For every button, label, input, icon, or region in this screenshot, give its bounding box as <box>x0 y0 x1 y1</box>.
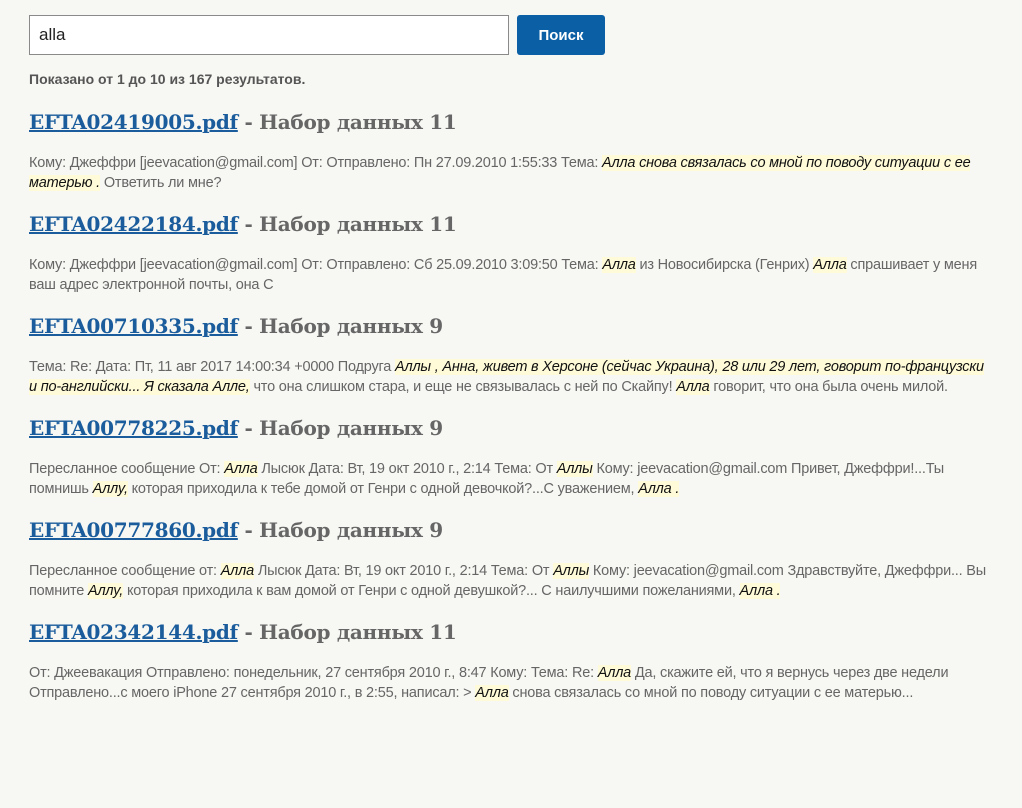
highlighted-match: Алла <box>676 379 710 395</box>
result-file-link[interactable]: EFTA00778225.pdf <box>29 416 238 440</box>
result-snippet: Кому: Джеффри [jeevacation@gmail.com] От… <box>29 255 989 295</box>
search-result: EFTA00777860.pdf - Набор данных 9 Пересла… <box>29 513 989 601</box>
result-file-link[interactable]: EFTA00710335.pdf <box>29 314 238 338</box>
search-button[interactable]: Поиск <box>517 15 605 55</box>
snippet-text: что она слишком стара, и еще не связывал… <box>249 379 677 395</box>
result-title: EFTA02342144.pdf - Набор данных 11 <box>29 615 989 649</box>
search-page: Поиск Показано от 1 до 10 из 167 результ… <box>29 15 989 703</box>
result-snippet: Пересланное сообщение От: Алла Лысюк Дат… <box>29 459 989 499</box>
result-file-link[interactable]: EFTA02419005.pdf <box>29 110 238 134</box>
highlighted-match: Алла <box>220 563 254 579</box>
result-title: EFTA00778225.pdf - Набор данных 9 <box>29 411 989 445</box>
search-bar: Поиск <box>29 15 989 55</box>
highlighted-match: Аллу, <box>87 583 124 599</box>
result-title: EFTA00777860.pdf - Набор данных 9 <box>29 513 989 547</box>
result-dataset: - Набор данных 9 <box>237 416 443 440</box>
snippet-text: Пересланное сообщение От: <box>29 461 225 477</box>
result-file-link[interactable]: EFTA02342144.pdf <box>29 620 238 644</box>
search-result: EFTA00778225.pdf - Набор данных 9 Пересла… <box>29 411 989 499</box>
search-result: EFTA02422184.pdf - Набор данных 11 Кому: … <box>29 207 989 295</box>
snippet-text: Кому: Джеффри [jeevacation@gmail.com] От… <box>29 257 603 273</box>
highlighted-match: Алла <box>475 685 509 701</box>
search-result: EFTA00710335.pdf - Набор данных 9 Тема: R… <box>29 309 989 397</box>
search-input[interactable] <box>29 15 509 55</box>
highlighted-match: Алла . <box>638 481 680 497</box>
snippet-text: От: Джеевакация Отправлено: понедельник,… <box>29 665 598 681</box>
search-result: EFTA02342144.pdf - Набор данных 11 От: Дж… <box>29 615 989 703</box>
snippet-text: Ответить ли мне? <box>100 175 222 191</box>
snippet-text: которая приходила к вам домой от Генри с… <box>123 583 740 599</box>
search-result: EFTA02419005.pdf - Набор данных 11 Кому: … <box>29 105 989 193</box>
snippet-text: говорит, что она была очень милой. <box>709 379 948 395</box>
highlighted-match: Алла . <box>739 583 781 599</box>
result-snippet: От: Джеевакация Отправлено: понедельник,… <box>29 663 989 703</box>
snippet-text: из Новосибирска (Генрих) <box>635 257 814 273</box>
result-snippet: Кому: Джеффри [jeevacation@gmail.com] От… <box>29 153 989 193</box>
snippet-text: Лысюк Дата: Вт, 19 окт 2010 г., 2:14 Тем… <box>257 461 557 477</box>
results-summary: Показано от 1 до 10 из 167 результатов. <box>29 71 306 87</box>
results-list: EFTA02419005.pdf - Набор данных 11 Кому: … <box>29 105 989 703</box>
result-snippet: Пересланное сообщение от: Алла Лысюк Дат… <box>29 561 989 601</box>
highlighted-match: Алла <box>602 257 636 273</box>
result-dataset: - Набор данных 9 <box>237 314 443 338</box>
snippet-text: Кому: Джеффри [jeevacation@gmail.com] От… <box>29 155 602 171</box>
result-file-link[interactable]: EFTA02422184.pdf <box>29 212 238 236</box>
result-file-link[interactable]: EFTA00777860.pdf <box>29 518 238 542</box>
snippet-text: Тема: Re: Дата: Пт, 11 авг 2017 14:00:34… <box>29 359 395 375</box>
result-title: EFTA02419005.pdf - Набор данных 11 <box>29 105 989 139</box>
snippet-text: Лысюк Дата: Вт, 19 окт 2010 г., 2:14 Тем… <box>253 563 554 579</box>
highlighted-match: Аллу, <box>92 481 128 497</box>
highlighted-match: Аллы <box>556 461 593 477</box>
result-dataset: - Набор данных 11 <box>237 620 457 644</box>
result-dataset: - Набор данных 9 <box>237 518 443 542</box>
snippet-text: которая приходила к тебе домой от Генри … <box>127 481 639 497</box>
highlighted-match: Алла <box>813 257 847 273</box>
result-dataset: - Набор данных 11 <box>237 110 457 134</box>
highlighted-match: Алла <box>597 665 632 681</box>
result-title: EFTA00710335.pdf - Набор данных 9 <box>29 309 989 343</box>
result-snippet: Тема: Re: Дата: Пт, 11 авг 2017 14:00:34… <box>29 357 989 397</box>
highlighted-match: Алла <box>224 461 258 477</box>
result-dataset: - Набор данных 11 <box>237 212 457 236</box>
snippet-text: снова связалась со мной по поводу ситуац… <box>508 685 914 701</box>
snippet-text: Пересланное сообщение от: <box>29 563 221 579</box>
result-title: EFTA02422184.pdf - Набор данных 11 <box>29 207 989 241</box>
highlighted-match: Аллы <box>553 563 590 579</box>
